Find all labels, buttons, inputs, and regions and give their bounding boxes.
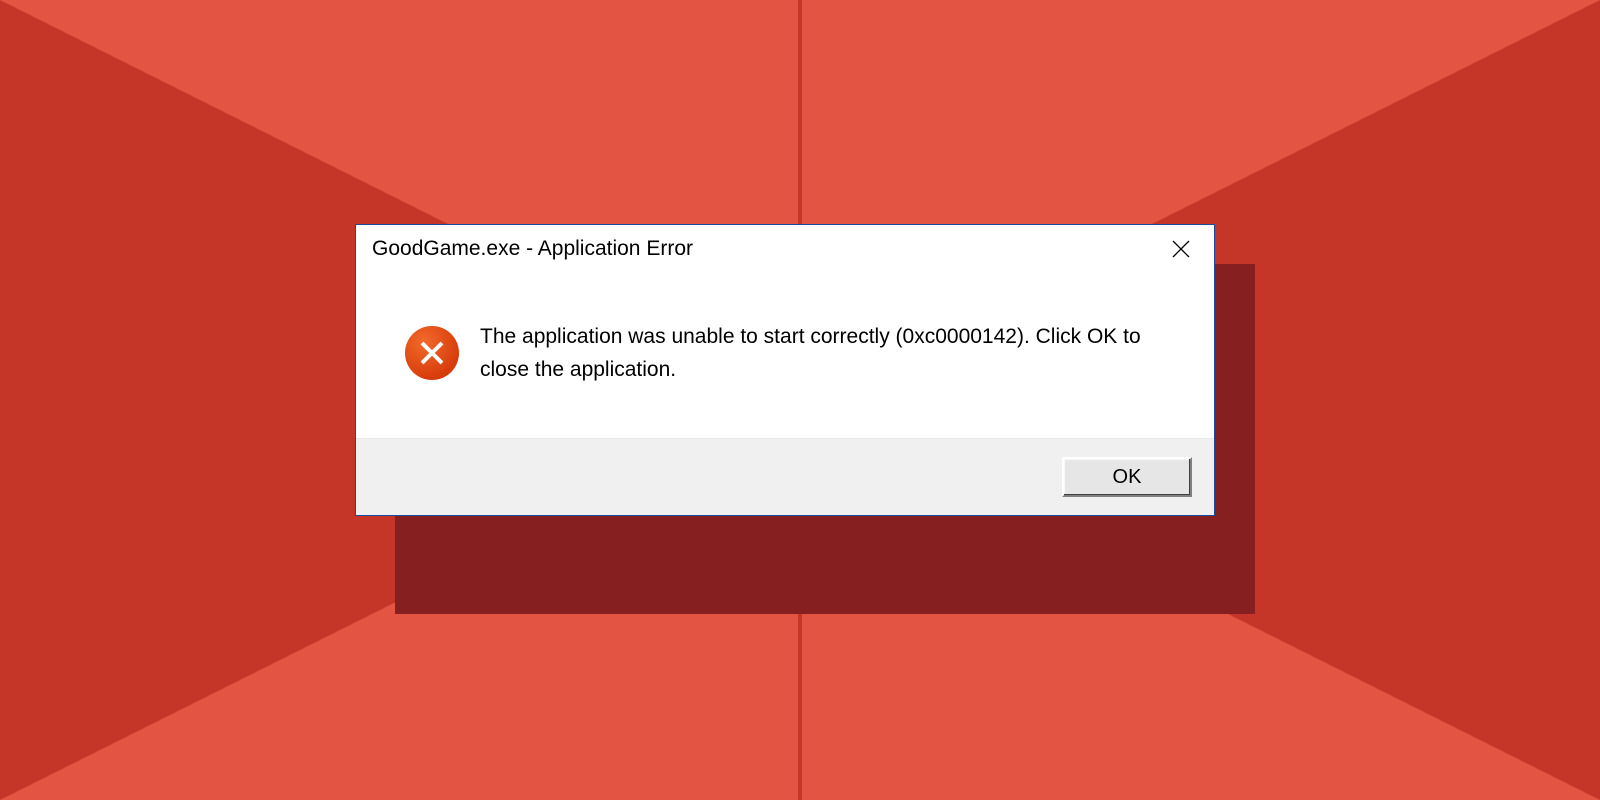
error-dialog: GoodGame.exe - Application Error	[355, 224, 1215, 516]
dialog-footer: OK	[356, 438, 1214, 515]
dialog-body: The application was unable to start corr…	[356, 273, 1214, 438]
dialog-title: GoodGame.exe - Application Error	[372, 237, 693, 261]
error-icon	[404, 325, 460, 381]
close-icon	[1172, 240, 1190, 258]
close-button[interactable]	[1152, 227, 1210, 271]
ok-button[interactable]: OK	[1062, 457, 1192, 497]
error-message: The application was unable to start corr…	[480, 321, 1154, 386]
titlebar: GoodGame.exe - Application Error	[356, 225, 1214, 273]
background: GoodGame.exe - Application Error	[0, 0, 1600, 800]
